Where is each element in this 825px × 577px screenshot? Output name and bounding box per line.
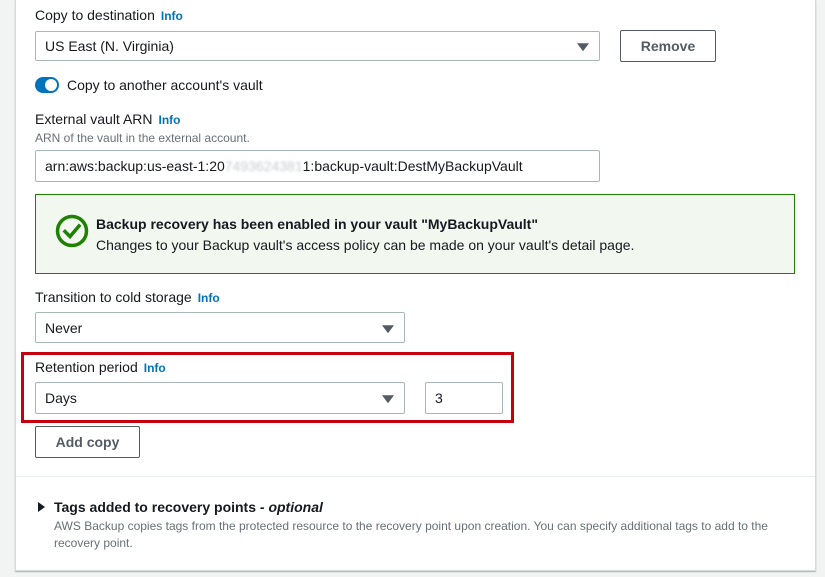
retention-period-label-text: Retention period (35, 359, 138, 375)
success-alert: Backup recovery has been enabled in your… (35, 194, 795, 274)
external-vault-arn-label: External vault ARN Info (35, 111, 181, 127)
arn-prefix: arn:aws:backup:us-east-1:20 (45, 158, 225, 174)
caret-down-icon (577, 43, 589, 52)
copy-to-another-account-toggle[interactable] (35, 77, 59, 93)
cold-storage-select[interactable]: Never (35, 312, 405, 343)
remove-button[interactable]: Remove (620, 30, 716, 62)
caret-down-icon (382, 324, 394, 333)
retention-unit-value: Days (45, 390, 77, 406)
tags-section-header[interactable]: Tags added to recovery points - optional (35, 498, 795, 518)
retention-unit-select[interactable]: Days (35, 382, 405, 414)
caret-down-icon (382, 395, 394, 404)
copy-to-another-account-label: Copy to another account's vault (67, 77, 263, 93)
tags-section-description-line1: AWS Backup copies tags from the protecte… (54, 519, 768, 533)
retention-amount-input[interactable]: 3 (425, 382, 503, 414)
retention-period-label: Retention period Info (35, 359, 166, 375)
external-vault-arn-label-text: External vault ARN (35, 111, 153, 127)
caret-right-icon (38, 502, 45, 512)
cold-storage-label-text: Transition to cold storage (35, 289, 192, 305)
retention-period-info-link[interactable]: Info (144, 361, 166, 375)
copy-destination-info-link[interactable]: Info (161, 9, 183, 23)
tags-section-optional: - optional (259, 499, 323, 515)
tags-section-description-line2: recovery point. (54, 536, 133, 550)
arn-suffix: 1:backup-vault:DestMyBackupVault (302, 158, 523, 174)
arn-redacted: 7493624381 (224, 158, 303, 174)
add-copy-button[interactable]: Add copy (35, 426, 140, 458)
retention-amount-value: 3 (435, 390, 443, 406)
success-check-icon (55, 214, 89, 248)
toggle-knob (45, 79, 57, 91)
tags-section-title-text: Tags added to recovery points (54, 499, 257, 515)
success-alert-title: Backup recovery has been enabled in your… (96, 216, 538, 232)
external-vault-arn-description: ARN of the vault in the external account… (35, 131, 250, 145)
tags-section-title: Tags added to recovery points - optional (54, 499, 323, 515)
success-alert-body: Changes to your Backup vault's access po… (96, 237, 635, 253)
external-vault-arn-input[interactable]: arn:aws:backup:us-east-1:20 7493624381 1:b… (35, 150, 600, 182)
cold-storage-info-link[interactable]: Info (198, 291, 220, 305)
cold-storage-label: Transition to cold storage Info (35, 289, 220, 305)
copy-destination-select[interactable]: US East (N. Virginia) (35, 31, 600, 61)
cold-storage-value: Never (45, 319, 83, 336)
copy-destination-value: US East (N. Virginia) (45, 38, 174, 54)
copy-destination-label-text: Copy to destination (35, 7, 155, 23)
section-divider (16, 476, 815, 477)
copy-destination-label: Copy to destination Info (35, 7, 183, 23)
external-vault-arn-info-link[interactable]: Info (159, 113, 181, 127)
